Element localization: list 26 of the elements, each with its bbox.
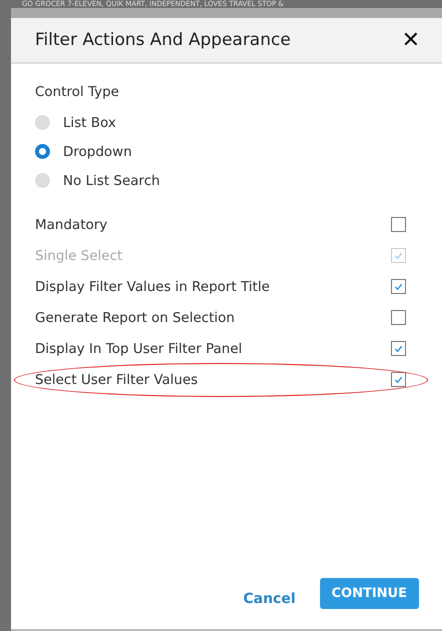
checkbox[interactable] xyxy=(391,279,406,294)
checkmark-icon xyxy=(393,250,404,261)
option-label: Generate Report on Selection xyxy=(35,310,235,326)
radio-label: No List Search xyxy=(63,172,160,188)
section-label: Control Type xyxy=(35,84,120,100)
checkmark-icon xyxy=(393,374,404,385)
radio-button[interactable] xyxy=(35,144,50,159)
checkbox[interactable] xyxy=(391,217,406,232)
option-label: Display In Top User Filter Panel xyxy=(35,340,242,356)
checkmark-icon xyxy=(393,281,404,292)
option-label: Display Filter Values in Report Title xyxy=(35,278,270,294)
checkmark-icon xyxy=(393,343,404,354)
checkbox[interactable] xyxy=(391,310,406,325)
dialog-title: Filter Actions And Appearance xyxy=(35,30,291,50)
close-button[interactable]: ✕ xyxy=(402,28,420,52)
radio-button[interactable] xyxy=(35,173,50,188)
option-label: Select User Filter Values xyxy=(35,372,198,388)
radio-label: Dropdown xyxy=(63,144,132,160)
option-label: Mandatory xyxy=(35,216,108,232)
radio-label: List Box xyxy=(63,114,116,130)
checkbox[interactable] xyxy=(391,341,406,356)
option-label: Single Select xyxy=(35,248,122,264)
cancel-link[interactable]: Cancel xyxy=(243,590,296,606)
radio-button[interactable] xyxy=(35,115,50,130)
continue-button[interactable]: CONTINUE xyxy=(320,578,419,609)
checkbox[interactable] xyxy=(391,372,406,387)
